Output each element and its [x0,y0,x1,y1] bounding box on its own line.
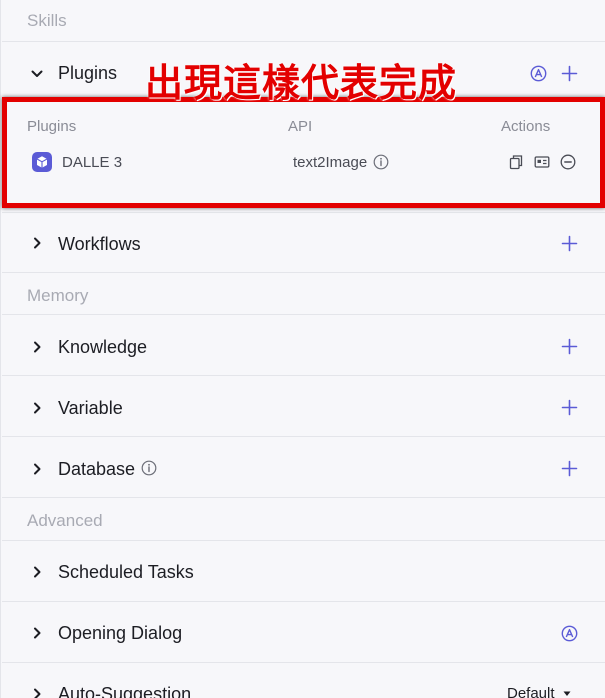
row-title-variable: Variable [58,398,123,418]
auto-suggestion-value: Default [507,685,555,698]
section-label-memory: Memory [27,286,89,305]
plus-icon[interactable] [561,399,578,416]
section-label-skills: Skills [27,11,67,30]
auto-suggestion-select[interactable]: Default [507,685,571,698]
highlight-box [2,97,605,208]
row-title-database: Database [58,459,136,479]
plus-icon[interactable] [561,65,578,82]
chevron-right-icon[interactable] [31,341,43,353]
plus-icon[interactable] [561,235,578,252]
row-title-workflows: Workflows [58,234,141,254]
row-database[interactable]: Database [2,436,605,497]
row-workflows[interactable]: Workflows [2,212,605,272]
row-scheduled-tasks[interactable]: Scheduled Tasks [2,540,605,601]
row-variable[interactable]: Variable [2,375,605,436]
chevron-right-icon[interactable] [31,566,43,578]
caret-down-icon [563,691,571,697]
section-memory: Memory [2,272,605,314]
plus-icon[interactable] [561,338,578,355]
row-knowledge[interactable]: Knowledge [2,314,605,375]
chevron-right-icon[interactable] [31,237,43,249]
auto-badge-icon[interactable] [530,65,547,82]
chevron-right-icon[interactable] [31,463,43,475]
row-title-scheduled-tasks: Scheduled Tasks [58,562,194,582]
row-title-plugins: Plugins [58,63,118,83]
plus-icon[interactable] [561,460,578,477]
row-title-opening-dialog: Opening Dialog [58,623,183,643]
info-icon[interactable] [141,460,157,476]
bot-config-panel: Skills Plugins Plugins API Actions DALLE… [0,0,605,698]
chevron-right-icon[interactable] [31,688,43,698]
row-title-auto-suggestion: Auto-Suggestion [58,684,192,698]
auto-badge-icon[interactable] [561,625,578,642]
row-opening-dialog[interactable]: Opening Dialog [2,601,605,662]
chevron-right-icon[interactable] [31,402,43,414]
row-title-knowledge: Knowledge [58,337,148,357]
chevron-down-icon[interactable] [31,68,43,80]
section-label-advanced: Advanced [27,511,103,530]
chevron-right-icon[interactable] [31,627,43,639]
annotation-text: 出現這樣代表完成 [145,60,458,105]
section-advanced: Advanced [2,497,605,540]
